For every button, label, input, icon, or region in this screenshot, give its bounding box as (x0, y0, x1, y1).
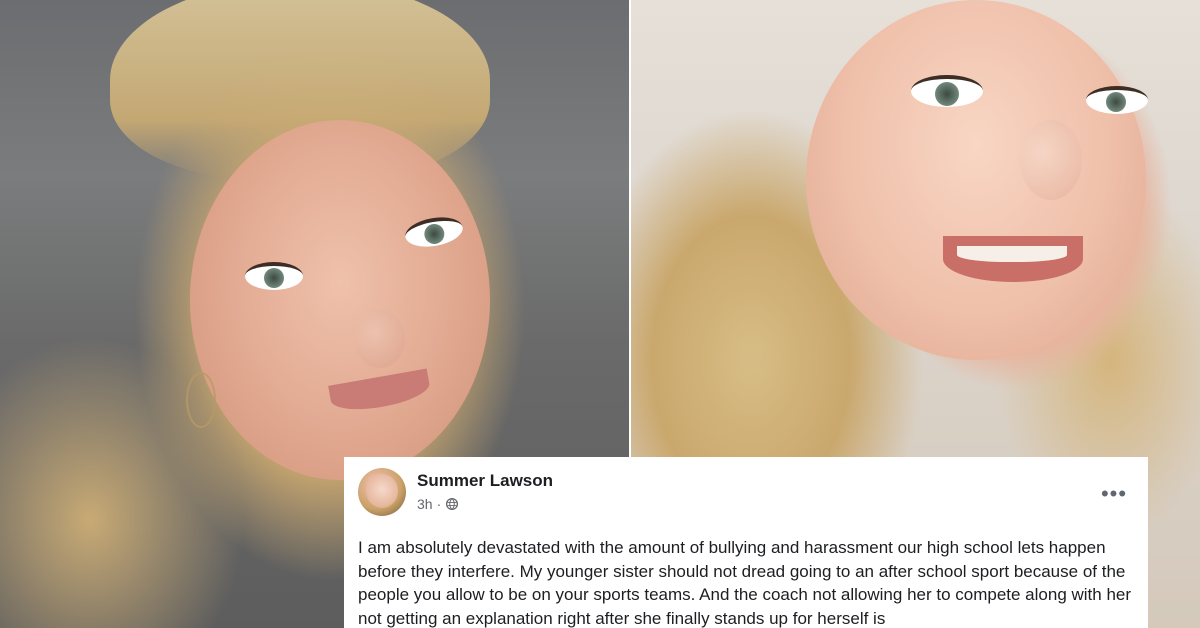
left-photo-face (190, 120, 490, 480)
right-photo-teeth (957, 246, 1067, 262)
post-header: Summer Lawson 3h · ••• (358, 468, 1134, 524)
left-photo-earring (186, 372, 216, 428)
author-name[interactable]: Summer Lawson (417, 471, 553, 491)
post-body-text: I am absolutely devastated with the amou… (358, 538, 1132, 628)
right-photo-right-eye (1086, 86, 1148, 114)
profile-avatar[interactable] (358, 468, 406, 516)
left-photo-nose (355, 310, 405, 368)
meta-separator: · (436, 496, 442, 512)
facebook-post-card: Summer Lawson 3h · ••• I am absolutely d… (344, 457, 1148, 628)
right-photo-mouth (943, 236, 1083, 282)
post-time[interactable]: 3h (417, 495, 433, 513)
right-photo-nose (1020, 120, 1082, 200)
globe-icon (445, 497, 459, 511)
left-photo-left-eye (245, 262, 303, 290)
more-options-button[interactable]: ••• (1100, 481, 1128, 506)
right-photo-left-eye (911, 75, 983, 107)
post-meta: 3h · (417, 495, 459, 513)
right-photo-face (806, 0, 1146, 360)
